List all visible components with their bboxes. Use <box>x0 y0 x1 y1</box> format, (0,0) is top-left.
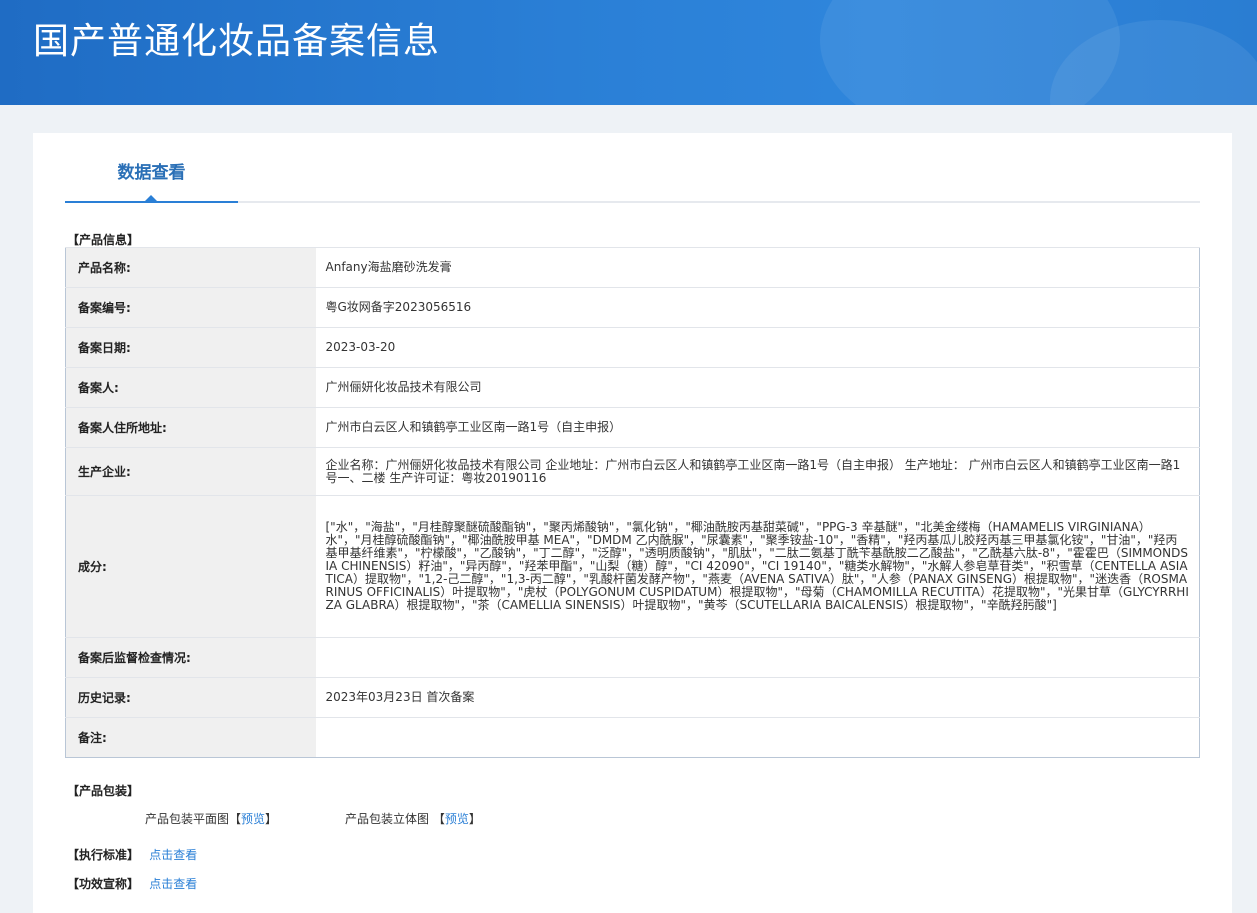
efficacy-label: 【功效宣称】 <box>67 877 140 891</box>
row-label: 成分: <box>65 495 316 638</box>
table-row: 成分: ["水"，"海盐"，"月桂醇聚醚硫酸酯钠"，"聚丙烯酸钠"，"氯化钠"，"… <box>65 495 1200 638</box>
product-info-title: 【产品信息】 <box>67 233 140 247</box>
row-value: Anfany海盐磨砂洗发膏 <box>315 247 1200 288</box>
table-row: 历史记录: 2023年03月23日 首次备案 <box>65 677 1200 718</box>
row-value: 2023-03-20 <box>315 327 1200 368</box>
row-label: 备案编号: <box>65 287 316 328</box>
tab-bar: 数据查看 <box>65 133 1200 203</box>
page-title: 国产普通化妆品备案信息 <box>33 21 441 62</box>
standard-label: 【执行标准】 <box>67 848 140 862</box>
efficacy-link[interactable]: 点击查看 <box>149 877 197 891</box>
table-row: 生产企业: 企业名称：广州俪妍化妆品技术有限公司 企业地址：广州市白云区人和镇鹤亭… <box>65 447 1200 496</box>
efficacy-row: 【功效宣称】 点击查看 <box>67 875 197 892</box>
row-value <box>315 637 1200 678</box>
flat-label: 产品包装平面图 <box>145 812 230 826</box>
row-value: 2023年03月23日 首次备案 <box>315 677 1200 718</box>
content-panel: 数据查看 【产品信息】 产品名称: Anfany海盐磨砂洗发膏 备案编号: 粤G妆网备… <box>33 133 1232 913</box>
row-label: 备案日期: <box>65 327 316 368</box>
row-value: ["水"，"海盐"，"月桂醇聚醚硫酸酯钠"，"聚丙烯酸钠"，"氯化钠"，"椰油酰… <box>315 495 1200 638</box>
row-label: 历史记录: <box>65 677 316 718</box>
table-row: 产品名称: Anfany海盐磨砂洗发膏 <box>65 247 1200 288</box>
tab-data-view[interactable]: 数据查看 <box>65 133 238 203</box>
row-label: 备案人住所地址: <box>65 407 316 448</box>
packaging-title: 【产品包装】 <box>67 784 140 798</box>
table-row: 备案人住所地址: 广州市白云区人和镇鹤亭工业区南一路1号（自主申报） <box>65 407 1200 448</box>
row-label: 产品名称: <box>65 247 316 288</box>
table-row: 备案编号: 粤G妆网备字2023056516 <box>65 287 1200 328</box>
flat-preview-link[interactable]: 预览 <box>241 812 265 826</box>
table-row: 备注: <box>65 717 1200 758</box>
row-label: 备案人: <box>65 367 316 408</box>
table-row: 备案后监督检查情况: <box>65 637 1200 678</box>
row-value: 企业名称：广州俪妍化妆品技术有限公司 企业地址：广州市白云区人和镇鹤亭工业区南一… <box>315 447 1200 496</box>
table-row: 备案人: 广州俪妍化妆品技术有限公司 <box>65 367 1200 408</box>
row-label: 生产企业: <box>65 447 316 496</box>
solid-preview-link[interactable]: 预览 <box>445 812 469 826</box>
table-row: 备案日期: 2023-03-20 <box>65 327 1200 368</box>
packaging-flat: 产品包装平面图【预览】 <box>145 812 278 826</box>
standard-link[interactable]: 点击查看 <box>149 848 197 862</box>
row-value <box>315 717 1200 758</box>
standard-row: 【执行标准】 点击查看 <box>67 846 197 863</box>
solid-label: 产品包装立体图 <box>345 812 430 826</box>
row-value: 粤G妆网备字2023056516 <box>315 287 1200 328</box>
row-value: 广州市白云区人和镇鹤亭工业区南一路1号（自主申报） <box>315 407 1200 448</box>
packaging-solid: 产品包装立体图 【预览】 <box>345 812 481 826</box>
row-value: 广州俪妍化妆品技术有限公司 <box>315 367 1200 408</box>
page-header: 国产普通化妆品备案信息 <box>0 0 1257 105</box>
product-info-table: 产品名称: Anfany海盐磨砂洗发膏 备案编号: 粤G妆网备字2023056516 备… <box>65 247 1200 758</box>
row-label: 备注: <box>65 717 316 758</box>
row-label: 备案后监督检查情况: <box>65 637 316 678</box>
